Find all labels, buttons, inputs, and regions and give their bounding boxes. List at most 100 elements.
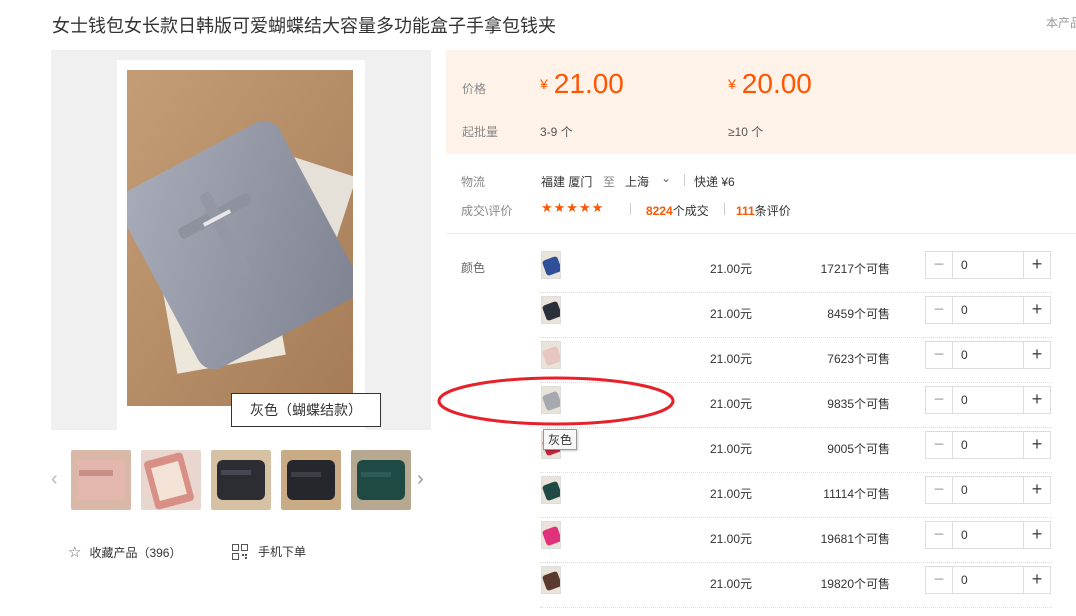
logistics-destination[interactable]: 上海 [625,173,649,190]
variant-stock: 19681个可售 [820,532,890,546]
decrement-button[interactable]: − [926,342,953,368]
color-swatch[interactable] [541,251,561,279]
color-swatch[interactable] [541,296,561,324]
price-panel: 价格 起批量 ¥21.00 3-9 个 ¥20.00 ≥10 个 [446,50,1076,154]
variant-stock: 9005个可售 [827,442,890,456]
decrement-button[interactable]: − [926,522,953,548]
chevron-left-icon[interactable]: ‹ [51,468,58,491]
thumbnail[interactable] [281,450,341,510]
color-swatch[interactable] [541,341,561,369]
quantity-stepper: −0 + [925,431,1051,459]
variant-price: 21.00元 [710,397,753,411]
thumbnail[interactable] [351,450,411,510]
collect-label: 收藏产品（396） [89,545,182,560]
reviews-suffix: 条评价 [754,204,791,218]
express-fee: 快递 ¥6 [694,175,735,189]
currency-symbol: ¥ [728,76,736,92]
variant-price: 21.00元 [710,442,753,456]
mobile-order-button[interactable]: 手机下单 [232,543,306,560]
increment-button[interactable]: + [1023,252,1050,278]
variant-row: 21.00元 17217个可售 −0 + [446,248,1076,293]
logistics-from: 福建 厦门 [541,175,593,189]
quantity-stepper: −0 + [925,476,1051,504]
chevron-down-icon[interactable]: ⌄ [661,171,671,185]
deals-count: 8224个成交 [646,202,709,219]
swatch-image [542,477,560,503]
qty-range: 3-9 个 [540,125,573,139]
row-divider [540,607,1052,608]
increment-button[interactable]: + [1023,342,1050,368]
deals-number: 8224 [646,204,673,218]
mobile-order-label: 手机下单 [258,545,307,559]
deals-label: 成交\评价 [461,204,513,218]
collect-button[interactable]: ☆ 收藏产品（396） [68,543,181,561]
quantity-input[interactable]: 0 [953,477,1023,503]
reviews-number: 111 [736,204,755,218]
color-swatch[interactable] [541,476,561,504]
quantity-input[interactable]: 0 [953,522,1023,548]
decrement-button[interactable]: − [926,567,953,593]
quantity-input[interactable]: 0 [953,387,1023,413]
decrement-button[interactable]: − [926,252,953,278]
price-value: 21.00 [553,68,624,99]
increment-button[interactable]: + [1023,297,1050,323]
swatch-image [542,567,560,593]
reviews-count[interactable]: 111条评价 [736,202,791,219]
increment-button[interactable]: + [1023,567,1050,593]
variant-price: 21.00元 [710,352,753,366]
chevron-right-icon[interactable]: › [417,468,424,491]
thumbnail[interactable] [211,450,271,510]
variant-price: 21.00元 [710,532,753,546]
quantity-stepper: −0 + [925,296,1051,324]
quantity-input[interactable]: 0 [953,252,1023,278]
thumbnail-strip: ‹ › [51,450,436,512]
currency-symbol: ¥ [540,76,548,92]
color-swatch[interactable] [541,521,561,549]
color-swatch[interactable] [541,566,561,594]
variant-stock: 17217个可售 [820,262,890,276]
quantity-input[interactable]: 0 [953,342,1023,368]
decrement-button[interactable]: − [926,387,953,413]
annotation-ellipse [437,376,675,426]
price-tier-1: ¥21.00 [540,68,624,100]
variant-stock: 7623个可售 [827,352,890,366]
decrement-button[interactable]: − [926,477,953,503]
price-value: 20.00 [741,68,812,99]
swatch-tooltip: 灰色 [543,429,578,450]
variant-price: 21.00元 [710,487,753,501]
separator [684,174,685,186]
separator [724,203,725,215]
variant-row: 21.00元 8459个可售 −0 + [446,293,1076,338]
variant-row: 21.00元 19681个可售 −0 + [446,518,1076,563]
swatch-image [542,297,560,323]
separator [630,203,631,215]
variant-stock: 11114个可售 [823,487,890,501]
image-gallery: 灰色（蝴蝶结款） [51,50,431,430]
decrement-button[interactable]: − [926,432,953,458]
variant-price: 21.00元 [710,262,753,276]
quantity-input[interactable]: 0 [953,432,1023,458]
quantity-input[interactable]: 0 [953,297,1023,323]
thumbnail[interactable] [141,450,201,510]
thumbnail[interactable] [71,450,131,510]
increment-button[interactable]: + [1023,477,1050,503]
variant-row: 21.00元 19820个可售 −0 + [446,563,1076,608]
star-outline-icon: ☆ [68,544,82,561]
qr-code-icon [232,543,248,560]
report-link[interactable]: 本产品 [1046,14,1076,31]
quantity-stepper: −0 + [925,566,1051,594]
decrement-button[interactable]: − [926,297,953,323]
swatch-image [542,252,560,278]
deals-suffix: 个成交 [672,204,709,218]
quantity-stepper: −0 + [925,251,1051,279]
main-image[interactable]: 灰色（蝴蝶结款） [117,60,381,430]
increment-button[interactable]: + [1023,387,1050,413]
product-title: 女士钱包女长款日韩版可爱蝴蝶结大容量多功能盒子手拿包钱夹 [52,16,556,36]
increment-button[interactable]: + [1023,432,1050,458]
quantity-stepper: −0 + [925,386,1051,414]
quantity-input[interactable]: 0 [953,567,1023,593]
quantity-stepper: −0 + [925,521,1051,549]
variant-price: 21.00元 [710,577,753,591]
increment-button[interactable]: + [1023,522,1050,548]
image-caption: 灰色（蝴蝶结款） [231,393,381,427]
